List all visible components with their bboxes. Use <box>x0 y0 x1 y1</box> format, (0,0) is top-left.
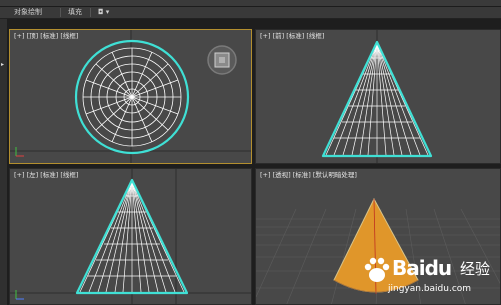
tab-populate[interactable]: 填充 <box>68 7 82 18</box>
ribbon-divider <box>60 8 61 17</box>
viewport-left[interactable]: [+] [左] [标准] [线框] <box>9 168 252 305</box>
ribbon-bar: 对象绘制 填充 ◘ ▾ <box>0 7 501 19</box>
left-view-cone-wireframe <box>10 169 251 304</box>
viewport-top[interactable]: [+] [顶] [标准] [线框] <box>9 29 252 164</box>
title-bar <box>0 0 501 7</box>
top-view-cone-wireframe <box>10 30 251 163</box>
watermark-url: jingyan.baidu.com <box>388 284 472 294</box>
side-panel-strip: ▸ <box>0 19 7 305</box>
viewport-perspective[interactable]: [+] [透视] [标准] [默认明暗处理] Baidu 经验 jingyan.… <box>255 168 501 305</box>
ribbon-divider <box>90 8 91 17</box>
baidu-paw-icon <box>364 257 390 282</box>
viewcube-icon <box>207 45 237 75</box>
viewport-front[interactable]: [+] [前] [标准] [线框] <box>255 29 501 164</box>
ribbon-options-icon[interactable]: ◘ ▾ <box>98 7 109 18</box>
watermark-suffix: 经验 <box>460 260 491 278</box>
baidu-watermark: Baidu 经验 jingyan.baidu.com <box>362 254 492 300</box>
front-view-cone-wireframe <box>321 30 433 163</box>
tab-object-paint[interactable]: 对象绘制 <box>14 7 42 18</box>
watermark-brand: Baidu <box>392 256 452 280</box>
panel-arrow-icon[interactable]: ▸ <box>1 62 4 68</box>
axis-gizmo-icon <box>15 290 24 300</box>
